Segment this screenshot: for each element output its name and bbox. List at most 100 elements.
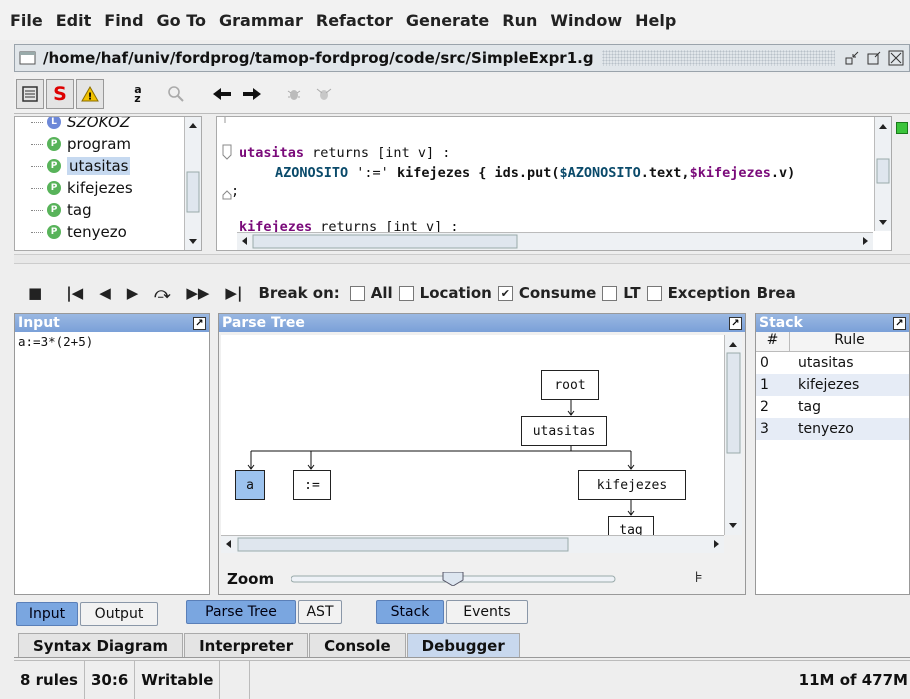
parse-tree-view-button[interactable]: Parse Tree xyxy=(186,600,296,624)
step-back-icon[interactable]: ◀ xyxy=(99,284,111,302)
tree-node-root[interactable]: root xyxy=(541,370,599,400)
stack-col-num[interactable]: # xyxy=(756,332,790,351)
detach-icon[interactable]: ↗ xyxy=(193,316,206,330)
svg-text:!: ! xyxy=(88,91,93,102)
bottom-tabs: Syntax Diagram Interpreter Console Debug… xyxy=(14,632,910,658)
rules-scrollbar[interactable] xyxy=(184,117,201,250)
zoom-slider[interactable] xyxy=(290,571,619,587)
sort-icon[interactable]: az xyxy=(124,79,152,109)
menu-window[interactable]: Window xyxy=(550,11,622,30)
stack-col-rule[interactable]: Rule xyxy=(790,332,909,351)
menu-grammar[interactable]: Grammar xyxy=(219,11,303,30)
rule-item-program[interactable]: Pprogram xyxy=(15,133,185,155)
tree-layout-icon[interactable]: ⊧ xyxy=(695,568,703,586)
zoom-label: Zoom xyxy=(227,570,275,588)
menu-goto[interactable]: Go To xyxy=(157,11,206,30)
fold-markers xyxy=(222,117,232,200)
grammar-editor[interactable]: utasitas returns [int v] : AZONOSITO ':=… xyxy=(216,116,892,251)
menu-run[interactable]: Run xyxy=(502,11,537,30)
rule-item-tenyezo[interactable]: Ptenyezo xyxy=(15,221,185,243)
parse-tree-vscrollbar[interactable] xyxy=(724,335,742,535)
rule-label: utasitas xyxy=(67,157,131,175)
stack-header: Stack ↗ xyxy=(756,314,909,332)
break-lt-checkbox[interactable] xyxy=(602,285,618,301)
rule-item-szokoz[interactable]: L SZOKOZ xyxy=(15,116,185,133)
break-all-label: All xyxy=(370,284,393,302)
bug-icon[interactable] xyxy=(280,79,308,109)
input-view-button[interactable]: Input xyxy=(16,602,78,626)
input-text[interactable]: a:=3*(2+5) xyxy=(15,332,209,351)
stack-row-rule: tenyezo xyxy=(798,421,854,437)
back-arrow-icon[interactable] xyxy=(208,79,236,109)
tree-node-kifejezes[interactable]: kifejezes xyxy=(578,470,686,500)
stack-row-num: 2 xyxy=(760,399,769,415)
maximize-icon[interactable] xyxy=(865,49,883,67)
menu-file[interactable]: File xyxy=(10,11,43,30)
break-location-checkbox[interactable] xyxy=(398,285,414,301)
menu-help[interactable]: Help xyxy=(635,11,676,30)
go-to-end-icon[interactable]: ▶| xyxy=(225,284,242,302)
cursor-position: 30:6 xyxy=(85,660,136,699)
fast-forward-icon[interactable]: ▶▶ xyxy=(186,284,209,302)
grammar-icon[interactable] xyxy=(16,78,44,109)
menu-refactor[interactable]: Refactor xyxy=(316,11,393,30)
menu-find[interactable]: Find xyxy=(104,11,143,30)
bug-run-icon[interactable] xyxy=(310,79,338,109)
tree-node-tag[interactable]: tag xyxy=(608,516,654,535)
rule-label: program xyxy=(67,135,132,153)
parse-tree-hscrollbar[interactable] xyxy=(221,535,724,553)
break-consume-checkbox[interactable]: ✔ xyxy=(497,285,513,301)
forward-arrow-icon[interactable] xyxy=(238,79,266,109)
rule-label: SZOKOZ xyxy=(67,116,131,131)
detach-icon[interactable]: ↗ xyxy=(729,316,742,330)
stack-table-header: # Rule xyxy=(756,332,909,352)
tree-node-assign[interactable]: := xyxy=(293,470,331,500)
tab-debugger[interactable]: Debugger xyxy=(406,633,520,657)
search-icon[interactable] xyxy=(162,79,190,109)
rules-tree: L SZOKOZ Pprogram Putasitas Pkifejezes Pt… xyxy=(14,116,202,251)
stack-row[interactable]: 0 utasitas xyxy=(756,352,909,374)
warning-icon[interactable]: ! xyxy=(76,78,104,109)
parse-tree-canvas: root utasitas a := kifejezes tag xyxy=(221,335,724,535)
step-over-icon[interactable]: ⤼ xyxy=(154,284,170,302)
parse-tree-panel: Parse Tree ↗ root utasitas a := kifejezes… xyxy=(218,313,746,595)
parser-rule-icon: P xyxy=(47,225,61,239)
break-all-checkbox[interactable] xyxy=(349,285,365,301)
tree-edges xyxy=(247,395,635,516)
parser-rule-icon: P xyxy=(47,181,61,195)
go-to-start-icon[interactable]: |◀ xyxy=(66,284,83,302)
parse-tree-header: Parse Tree ↗ xyxy=(219,314,745,332)
editor-vscrollbar[interactable] xyxy=(874,117,891,231)
stack-row[interactable]: 1 kifejezes xyxy=(756,374,909,396)
menu-edit[interactable]: Edit xyxy=(56,11,92,30)
tab-interpreter[interactable]: Interpreter xyxy=(184,633,309,657)
syntax-s-icon[interactable]: S xyxy=(46,78,74,109)
tab-console[interactable]: Console xyxy=(309,633,406,657)
stack-row-rule: tag xyxy=(798,399,821,415)
stack-row[interactable]: 3 tenyezo xyxy=(756,418,909,440)
stop-icon[interactable]: ■ xyxy=(28,284,42,302)
pane-splitter[interactable] xyxy=(14,254,910,264)
tab-syntax-diagram[interactable]: Syntax Diagram xyxy=(18,633,184,657)
detach-icon[interactable]: ↗ xyxy=(893,316,906,330)
menu-generate[interactable]: Generate xyxy=(406,11,489,30)
rule-item-kifejezes[interactable]: Pkifejezes xyxy=(15,177,185,199)
code-text: ':=' xyxy=(348,165,397,181)
step-forward-icon[interactable]: ▶ xyxy=(127,284,139,302)
rule-item-utasitas[interactable]: Putasitas xyxy=(15,155,185,177)
rule-item-tag[interactable]: Ptag xyxy=(15,199,185,221)
minimize-icon[interactable] xyxy=(843,49,861,67)
debugger-toolbar: ■ |◀ ◀ ▶ ⤼ ▶▶ ▶| Break on: All Location … xyxy=(14,276,910,310)
stack-view-button[interactable]: Stack xyxy=(376,600,444,624)
output-view-button[interactable]: Output xyxy=(80,602,158,626)
close-icon[interactable] xyxy=(887,49,905,67)
events-view-button[interactable]: Events xyxy=(446,600,528,624)
tree-node-utasitas[interactable]: utasitas xyxy=(521,416,607,446)
tree-node-a[interactable]: a xyxy=(235,470,265,500)
input-title: Input xyxy=(18,315,60,331)
ast-view-button[interactable]: AST xyxy=(298,600,342,624)
stack-row[interactable]: 2 tag xyxy=(756,396,909,418)
break-location-label: Location xyxy=(419,284,492,302)
editor-hscrollbar[interactable] xyxy=(237,232,873,250)
break-exception-checkbox[interactable] xyxy=(646,285,662,301)
